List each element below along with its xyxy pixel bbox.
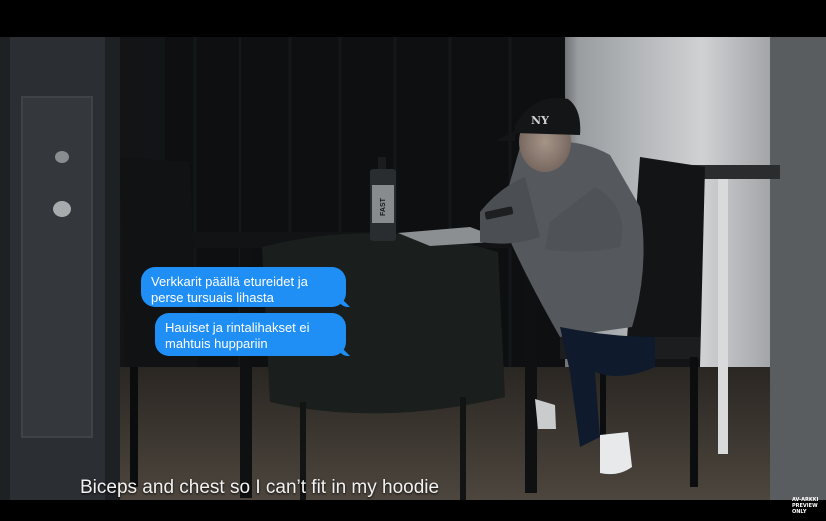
message-bubble: Hauiset ja rintalihakset ei mahtuis hupp…: [155, 313, 346, 356]
protein-bottle: FAST: [370, 157, 396, 241]
cap-logo: NY: [531, 114, 549, 127]
door-handle: [53, 201, 71, 217]
video-image: FAST NY Verkkarit päällä etureidet ja pe…: [0, 37, 826, 500]
message-bubble: Verkkarit päällä etureidet ja perse turs…: [141, 267, 346, 307]
white-sock: [600, 432, 632, 475]
door-hinge: [55, 151, 69, 163]
video-frame: FAST NY Verkkarit päällä etureidet ja pe…: [0, 0, 826, 521]
subtitle-caption: Biceps and chest so I can’t fit in my ho…: [80, 477, 440, 498]
bottle-label: FAST: [380, 197, 387, 216]
right-door-edge: [770, 37, 826, 500]
scene-illustration: FAST NY: [0, 37, 826, 500]
preview-watermark: AV-ARKKI PREVIEW ONLY: [792, 497, 819, 515]
